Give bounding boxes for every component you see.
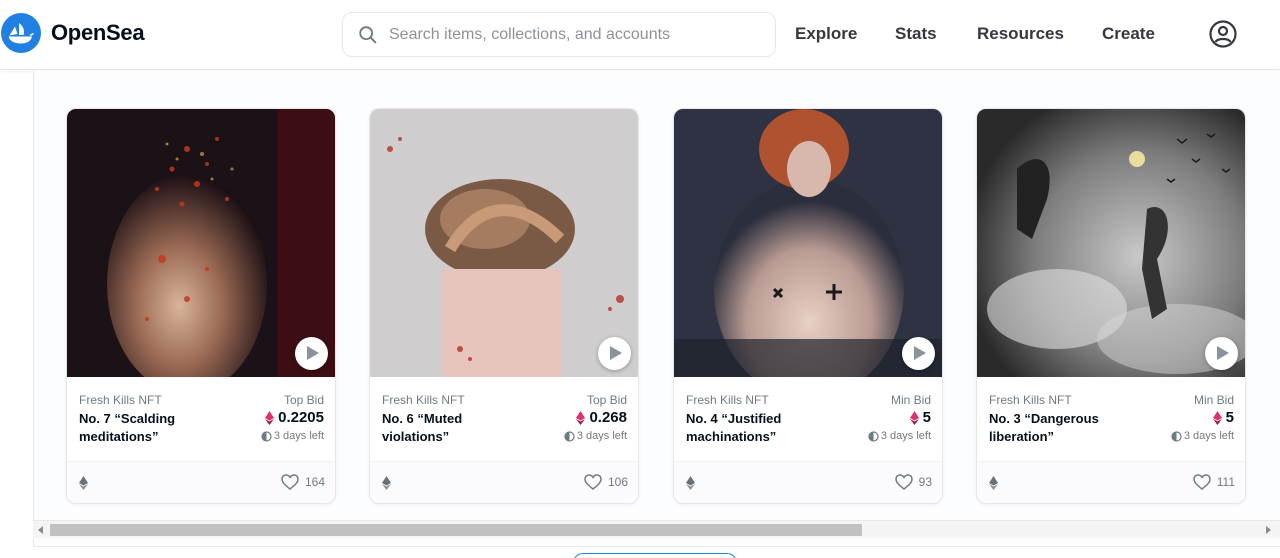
nav-resources[interactable]: Resources — [977, 24, 1064, 44]
play-button[interactable] — [598, 337, 631, 370]
opensea-logo-icon[interactable] — [1, 13, 41, 53]
collection-name[interactable]: Fresh Kills NFT — [989, 393, 1072, 407]
brand-name[interactable]: OpenSea — [51, 20, 145, 46]
top-navbar: OpenSea Explore Stats Resources Create — [0, 0, 1280, 70]
bid-label: Min Bid — [1193, 393, 1234, 407]
play-button[interactable] — [902, 337, 935, 370]
eth-chain-icon — [79, 476, 88, 490]
heart-icon — [1192, 474, 1211, 490]
card-footer: 111 — [977, 461, 1245, 503]
search-bar[interactable] — [342, 12, 776, 57]
price: 0.2205 — [265, 409, 324, 426]
item-name[interactable]: No. 3 “Dangerous liberation” — [989, 410, 1139, 446]
nav-explore[interactable]: Explore — [795, 24, 857, 44]
eth-icon — [909, 410, 919, 425]
nft-card[interactable]: Fresh Kills NFT No. 6 “Muted violations”… — [369, 108, 639, 504]
eth-chain-icon — [382, 476, 391, 490]
price-value: 0.268 — [589, 409, 627, 426]
bid-label: Min Bid — [890, 393, 931, 407]
account-icon[interactable] — [1208, 19, 1238, 49]
time-left: 3 days left — [1171, 430, 1234, 442]
time-left-text: 3 days left — [880, 430, 931, 442]
price: 5 — [909, 409, 931, 426]
item-name[interactable]: No. 4 “Justified machinations” — [686, 410, 836, 446]
divider — [33, 546, 1280, 547]
favorite-button[interactable]: 111 — [1192, 474, 1235, 490]
heart-icon — [281, 474, 299, 490]
nft-card[interactable]: Fresh Kills NFT No. 3 “Dangerous liberat… — [976, 108, 1246, 504]
eth-icon — [265, 410, 275, 425]
time-left-text: 3 days left — [273, 430, 324, 442]
nft-artwork-image[interactable] — [370, 109, 639, 377]
likes-count: 164 — [304, 475, 325, 489]
eth-icon — [1212, 410, 1222, 425]
nft-artwork-image[interactable] — [67, 109, 336, 377]
clock-icon — [868, 430, 879, 442]
collection-name[interactable]: Fresh Kills NFT — [79, 393, 162, 407]
nft-card[interactable]: Fresh Kills NFT No. 7 “Scalding meditati… — [66, 108, 336, 504]
price: 0.268 — [576, 409, 627, 426]
time-left-text: 3 days left — [1183, 430, 1234, 442]
collection-name[interactable]: Fresh Kills NFT — [686, 393, 769, 407]
bid-label: Top Bid — [586, 393, 627, 407]
partial-button[interactable] — [573, 553, 737, 558]
likes-count: 111 — [1216, 475, 1235, 489]
collection-name[interactable]: Fresh Kills NFT — [382, 393, 465, 407]
play-button[interactable] — [1205, 337, 1238, 370]
time-left: 3 days left — [261, 430, 324, 442]
price-value: 5 — [1225, 409, 1234, 426]
price: 5 — [1212, 409, 1234, 426]
scroll-left-arrow-icon[interactable] — [38, 526, 43, 534]
price-value: 0.2205 — [278, 409, 324, 426]
time-left-text: 3 days left — [576, 430, 627, 442]
price-value: 5 — [922, 409, 931, 426]
heart-icon — [584, 474, 602, 490]
card-footer: 164 — [67, 461, 335, 503]
nft-artwork-image[interactable] — [977, 109, 1246, 377]
likes-count: 106 — [607, 475, 628, 489]
nft-artwork-image[interactable] — [674, 109, 943, 377]
likes-count: 93 — [918, 475, 932, 489]
favorite-button[interactable]: 93 — [894, 474, 932, 490]
eth-chain-icon — [686, 476, 695, 490]
nav-create[interactable]: Create — [1102, 24, 1155, 44]
scroll-right-arrow-icon[interactable] — [1266, 526, 1271, 534]
clock-icon — [1171, 430, 1182, 442]
clock-icon — [564, 430, 575, 442]
search-icon — [359, 26, 377, 44]
nft-carousel: Fresh Kills NFT No. 7 “Scalding meditati… — [33, 71, 1280, 546]
eth-icon — [576, 410, 586, 425]
card-footer: 106 — [370, 461, 638, 503]
time-left: 3 days left — [868, 430, 931, 442]
bid-label: Top Bid — [283, 393, 324, 407]
eth-chain-icon — [989, 476, 998, 490]
card-footer: 93 — [674, 461, 942, 503]
time-left: 3 days left — [564, 430, 627, 442]
item-name[interactable]: No. 6 “Muted violations” — [382, 410, 532, 446]
favorite-button[interactable]: 106 — [584, 474, 628, 490]
search-input[interactable] — [389, 23, 759, 47]
nft-card[interactable]: Fresh Kills NFT No. 4 “Justified machina… — [673, 108, 943, 504]
play-button[interactable] — [295, 337, 328, 370]
favorite-button[interactable]: 164 — [281, 474, 325, 490]
horizontal-scrollbar[interactable] — [33, 520, 1280, 538]
clock-icon — [261, 430, 272, 442]
heart-icon — [894, 474, 913, 490]
item-name[interactable]: No. 7 “Scalding meditations” — [79, 410, 229, 446]
nav-stats[interactable]: Stats — [895, 24, 937, 44]
scrollbar-thumb[interactable] — [50, 524, 862, 536]
